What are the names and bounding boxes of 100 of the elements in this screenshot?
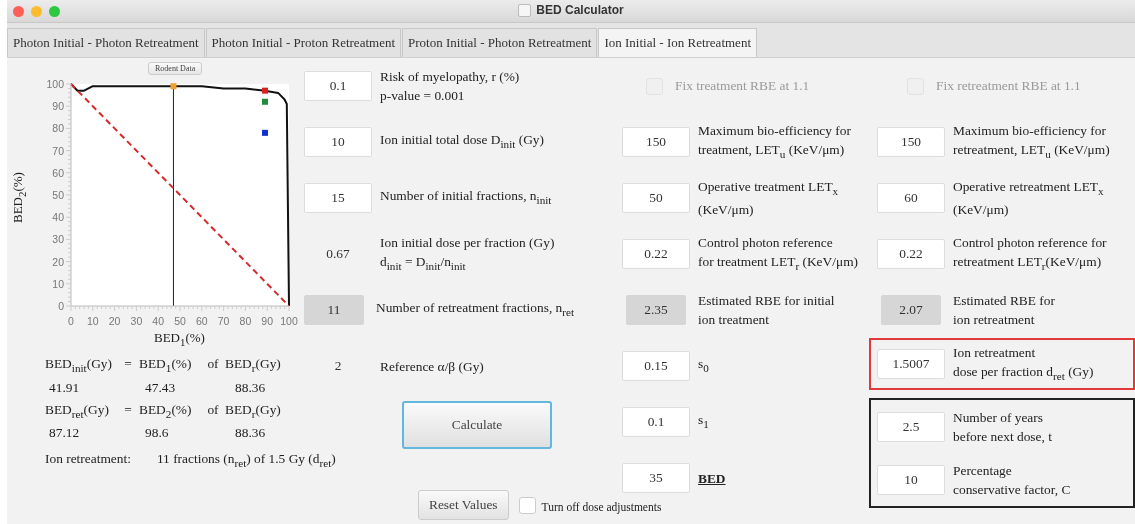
tick-label: 40 bbox=[52, 211, 64, 224]
value-text: 88.36 bbox=[234, 379, 267, 396]
tick-label: 70 bbox=[217, 315, 230, 327]
readonly-field: 2.35 bbox=[626, 295, 686, 325]
tick-label: 70 bbox=[52, 144, 64, 157]
field-label: s$_{1}$ bbox=[698, 411, 709, 432]
tick-label: 100 bbox=[280, 315, 298, 327]
operator-text: of bbox=[206, 356, 220, 373]
tick-label: 50 bbox=[174, 315, 186, 327]
tick-label: 10 bbox=[86, 315, 99, 327]
point bbox=[262, 98, 269, 105]
operator-text: = bbox=[123, 356, 133, 373]
input-field[interactable]: 2.5 bbox=[877, 411, 945, 442]
input-field[interactable]: 0.22 bbox=[622, 239, 690, 269]
tab[interactable]: Proton Initial - Photon Retreatment bbox=[402, 28, 598, 57]
tick-label: 30 bbox=[130, 315, 143, 327]
tab[interactable]: Photon Initial - Proton Retreatment bbox=[205, 28, 401, 57]
field-label: Number of retreatment fractions, n$_{ret}$ bbox=[376, 299, 575, 320]
checkbox-label: Fix treatment RBE at 1.1 bbox=[675, 78, 810, 94]
value-text: 0.67 bbox=[325, 245, 351, 263]
checkbox[interactable] bbox=[518, 497, 536, 514]
input-field[interactable]: 1.5007 bbox=[877, 349, 945, 379]
point bbox=[170, 83, 177, 90]
tick-label: 40 bbox=[152, 315, 165, 327]
value-text: 98.6 bbox=[144, 425, 170, 442]
input-field[interactable]: 10 bbox=[877, 464, 945, 495]
operator-text: of bbox=[206, 401, 220, 419]
field-label: Ion retreatment dose per fraction d$_{ret}$ (Gy) bbox=[953, 343, 1094, 384]
field-label: Ion initial total dose D$_{init}$ (Gy) bbox=[380, 131, 545, 152]
tick-label: 10 bbox=[52, 277, 64, 290]
field-label: Percentage conservative factor, C bbox=[953, 461, 1071, 499]
app-icon bbox=[518, 3, 532, 17]
field-label: Maximum bio-efficiency for treatment, LET$_{u}$ (KeV/μm) bbox=[698, 121, 851, 162]
close-button[interactable] bbox=[13, 5, 24, 17]
input-field[interactable]: 60 bbox=[877, 183, 945, 213]
checkbox-label: Fix retreatment RBE at 1.1 bbox=[936, 78, 1081, 94]
tick-label: 20 bbox=[108, 315, 121, 327]
field-label: Control photon reference for treatment LET$_{r}$ (KeV/μm) bbox=[698, 233, 858, 274]
tick-label: 0 bbox=[68, 315, 74, 327]
input-field[interactable]: 0.15 bbox=[622, 351, 690, 381]
field-label: Maximum bio-efficiency for retreatment, LET$_{u}$ (KeV/μm) bbox=[953, 121, 1110, 162]
field-label: Control photon reference for retreatment LET$_{r}$(KeV/μm) bbox=[953, 233, 1107, 274]
value-text: 41.91 bbox=[48, 379, 81, 396]
readonly-field: 2.07 bbox=[881, 295, 941, 325]
field-label: Reference α/β (Gy) bbox=[380, 357, 484, 376]
calculate-button[interactable]: Calculate bbox=[402, 401, 552, 449]
formula-label: BED$_{1}$(%) bbox=[139, 356, 193, 374]
field-label: Estimated RBE for ion retreatment bbox=[953, 292, 1055, 329]
point bbox=[262, 87, 269, 94]
field-label: Operative retreatment LET$_{x}$ (KeV/μm) bbox=[953, 177, 1104, 220]
formula-label: BED$_{r}$(Gy) bbox=[225, 356, 282, 374]
input-field[interactable]: 150 bbox=[622, 127, 690, 157]
input-field[interactable]: 10 bbox=[304, 127, 372, 157]
value-text: 87.12 bbox=[48, 425, 81, 442]
tab[interactable]: Photon Initial - Photon Retreatment bbox=[7, 28, 205, 57]
field-label: BED bbox=[698, 469, 726, 488]
tick-label: 20 bbox=[52, 255, 64, 268]
readonly-field: 11 bbox=[304, 295, 364, 325]
field-label: Operative treatment LET$_{x}$ (KeV/μm) bbox=[698, 177, 839, 220]
reset-button[interactable]: Reset Values bbox=[418, 490, 509, 520]
input-field[interactable]: 0.22 bbox=[877, 239, 945, 269]
input-field[interactable]: 50 bbox=[622, 183, 690, 213]
formula-label: BED$_{init}$(Gy) bbox=[45, 356, 113, 374]
tick-label: 80 bbox=[239, 315, 252, 327]
formula-label: BED$_{r}$(Gy) bbox=[225, 401, 282, 420]
tick-label: 50 bbox=[52, 189, 64, 201]
result-text: 11 fractions (n$_{ret}$) of 1.5 Gy (d$_{ret}$) bbox=[156, 451, 336, 469]
tick-label: 80 bbox=[52, 122, 64, 135]
x-axis-label: BED$_{1}$(%) bbox=[154, 330, 205, 348]
value-text: 47.43 bbox=[144, 379, 177, 396]
tick-label: 90 bbox=[52, 100, 64, 113]
formula-label: BED$_{ret}$(Gy) bbox=[45, 401, 110, 420]
field-label: s$_{0}$ bbox=[698, 355, 709, 376]
field-label: Risk of myelopathy, r (%) p-value = 0.001 bbox=[380, 68, 520, 105]
zoom-button[interactable] bbox=[49, 5, 60, 17]
value-text: 88.36 bbox=[234, 425, 267, 442]
minimize-button[interactable] bbox=[31, 5, 42, 17]
tick-label: 0 bbox=[58, 300, 64, 312]
tick-label: 90 bbox=[261, 315, 274, 327]
field-label: Estimated RBE for initial ion treatment bbox=[698, 292, 835, 329]
input-field[interactable]: 35 bbox=[622, 463, 690, 493]
input-field[interactable]: 0.1 bbox=[622, 407, 690, 437]
field-label: Number of years before next dose, t bbox=[953, 408, 1052, 446]
tick-label: 100 bbox=[46, 78, 64, 90]
checkbox-label: Turn off dose adjustments bbox=[541, 501, 662, 513]
tick-label: 60 bbox=[52, 166, 64, 179]
field-label: Ion initial dose per fraction (Gy) d$_{init}$ = D$_{init}$/n$_{init}$ bbox=[380, 233, 555, 274]
rodent-data-button[interactable]: Rodent Data bbox=[148, 62, 203, 75]
input-field[interactable]: 0.1 bbox=[304, 71, 372, 101]
value-text: 2 bbox=[333, 357, 343, 375]
tick-label: 60 bbox=[195, 315, 208, 327]
operator-text: = bbox=[123, 401, 133, 419]
tab[interactable]: Ion Initial - Ion Retreatment bbox=[598, 28, 757, 57]
input-field[interactable]: 15 bbox=[304, 183, 372, 213]
field-label: Number of initial fractions, n$_{init}$ bbox=[380, 187, 552, 208]
formula-label: BED$_{2}$(%) bbox=[139, 401, 193, 420]
result-label: Ion retreatment: bbox=[45, 451, 131, 469]
window-title: BED Calculator bbox=[536, 3, 624, 17]
input-field[interactable]: 150 bbox=[877, 127, 945, 157]
point bbox=[262, 129, 269, 136]
